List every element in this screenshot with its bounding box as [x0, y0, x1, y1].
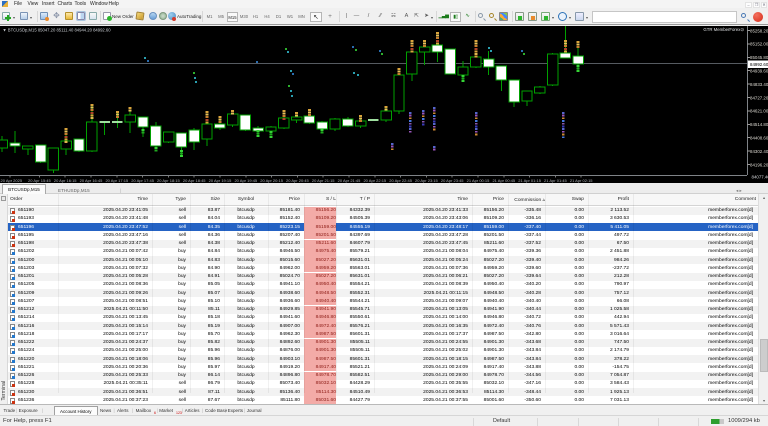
svg-text:84077.40: 84077.40: [752, 175, 768, 180]
svg-text:84727.20: 84727.20: [750, 95, 768, 100]
svg-text:84939.60: 84939.60: [750, 69, 768, 74]
svg-text:85258.20: 85258.20: [750, 28, 768, 33]
svg-text:84621.00: 84621.00: [750, 109, 768, 114]
svg-text:84196.20: 84196.20: [750, 162, 768, 167]
svg-text:84514.80: 84514.80: [750, 122, 768, 127]
svg-text:84408.60: 84408.60: [750, 136, 768, 141]
svg-text:▼ BTCUSDp,M15 85047.20 85111.: ▼ BTCUSDp,M15 85047.20 85111.40 84944.20…: [3, 28, 112, 33]
svg-text:84992.60: 84992.60: [750, 62, 768, 67]
svg-text:GTR MemberForex⊙: GTR MemberForex⊙: [703, 27, 744, 32]
svg-text:85152.00: 85152.00: [750, 42, 768, 47]
svg-text:85045.80: 85045.80: [750, 55, 768, 60]
svg-text:84302.40: 84302.40: [750, 149, 768, 154]
svg-text:84833.40: 84833.40: [750, 82, 768, 87]
